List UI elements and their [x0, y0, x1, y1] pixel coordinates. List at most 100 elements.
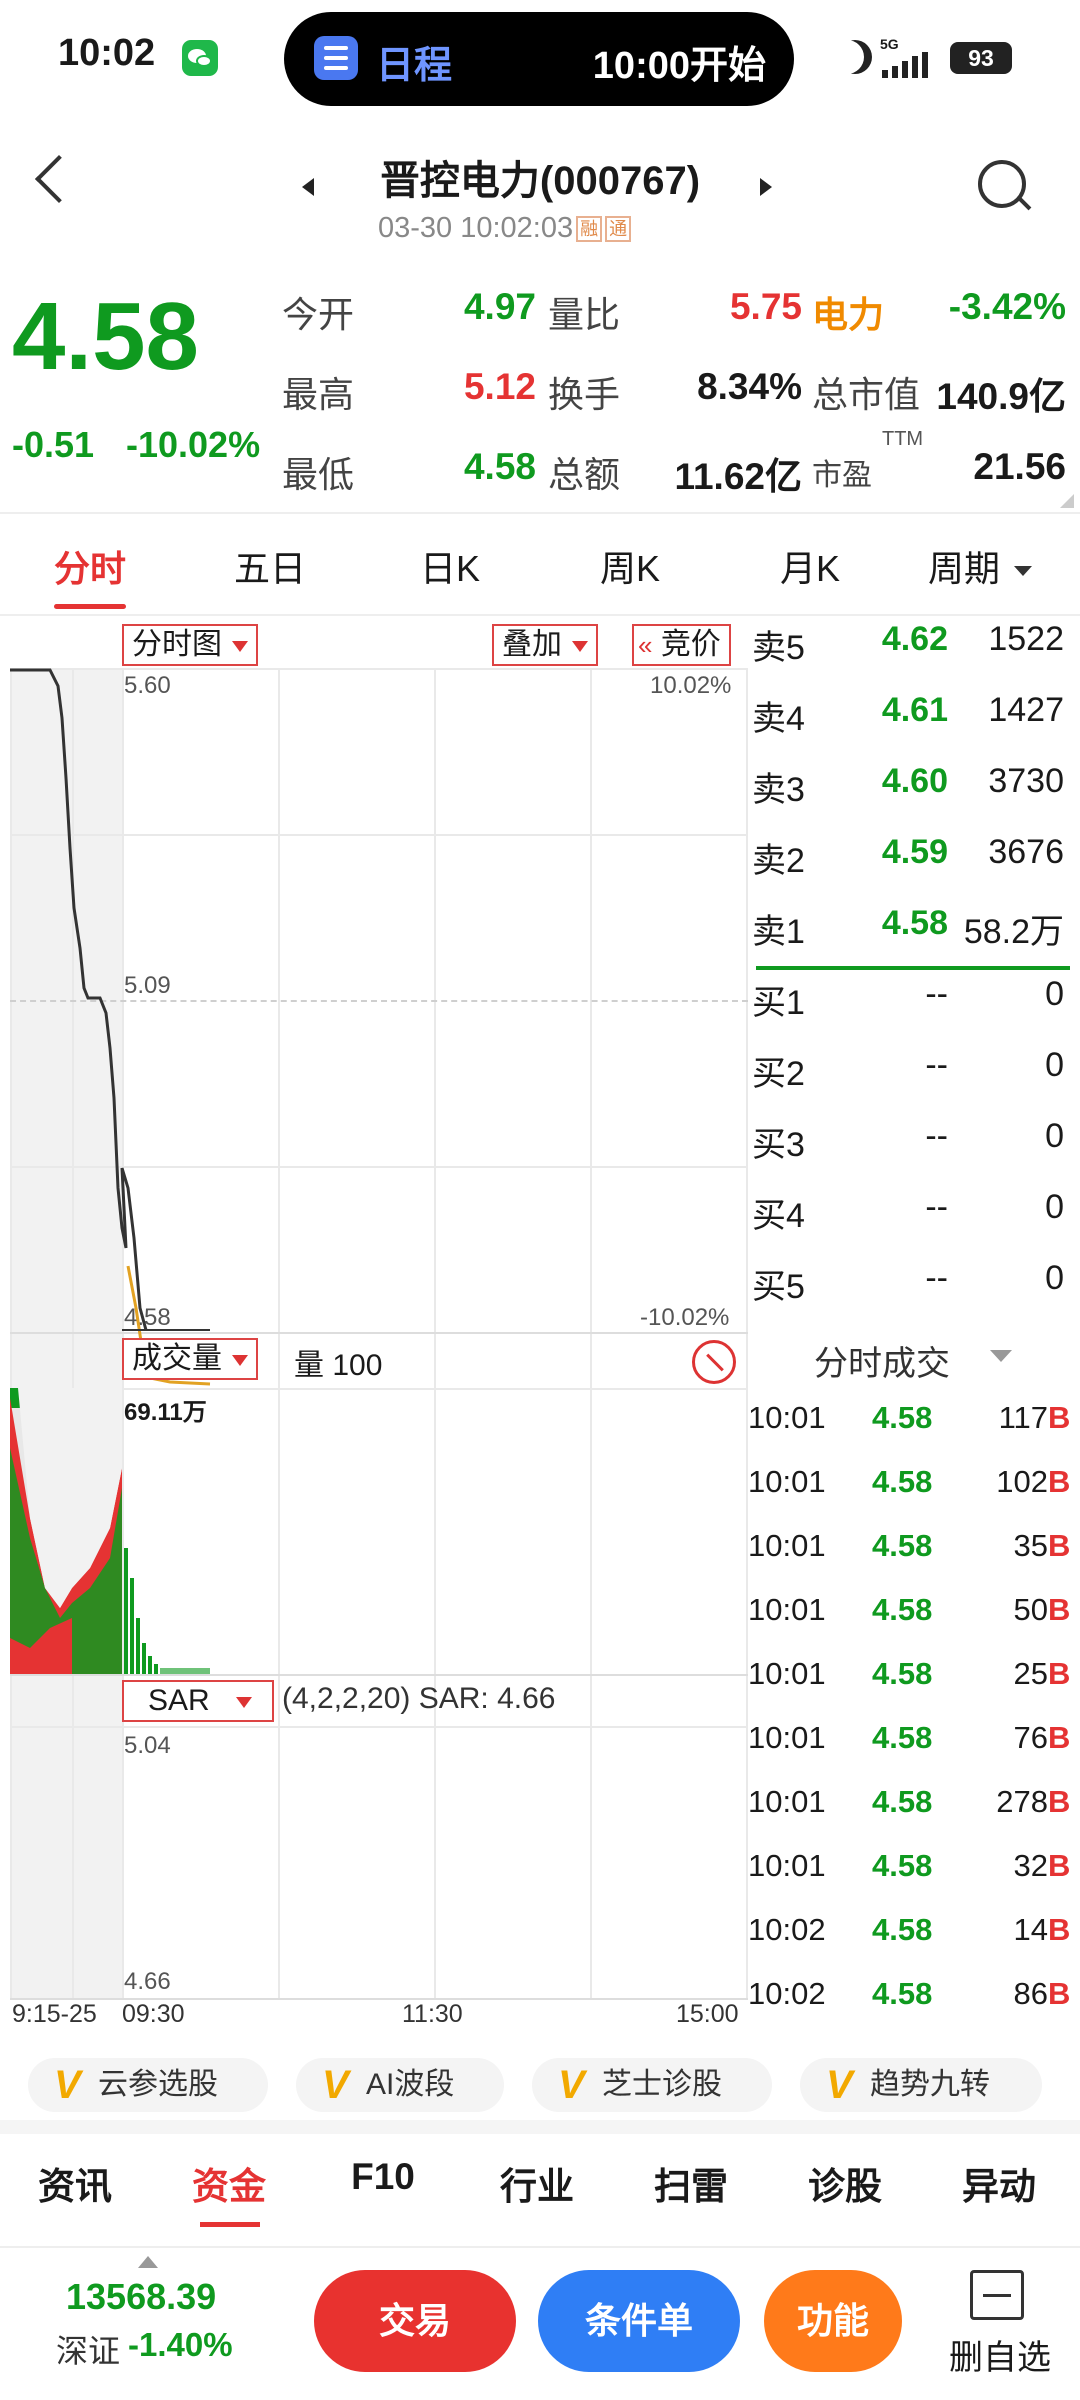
tab-risk-scan[interactable]: 扫雷: [616, 2156, 766, 2210]
orderbook-row[interactable]: 买1 -- 0: [752, 975, 1072, 1035]
orderbook-price: 4.60: [881, 762, 948, 800]
tool-trend-nine[interactable]: V 趋势九转: [800, 2058, 1042, 2112]
calendar-icon: [314, 36, 358, 80]
divider: [0, 512, 1080, 514]
last-price: 4.58: [12, 283, 199, 390]
dropdown-arrow-icon: [232, 1354, 248, 1366]
low-label: 最低: [282, 454, 355, 495]
sar-selector[interactable]: SAR: [122, 1680, 274, 1722]
next-stock-icon[interactable]: [760, 178, 772, 196]
back-icon[interactable]: [34, 154, 84, 204]
network-type: 5G: [880, 36, 899, 52]
schedule-notice[interactable]: 日程 10:00开始: [284, 12, 794, 106]
trade-price: 4.58: [872, 1464, 933, 1499]
tab-capital[interactable]: 资金: [154, 2156, 304, 2210]
divider: [0, 2246, 1080, 2248]
tab-intraday[interactable]: 分时: [5, 540, 175, 592]
orderbook-volume: 1427: [988, 691, 1064, 729]
tab-diagnose[interactable]: 诊股: [770, 2156, 920, 2210]
volume-bar: [124, 1548, 128, 1674]
trade-row: 10:01 4.58 25 B: [748, 1656, 1072, 1716]
orderbook-row[interactable]: 卖1 4.58 58.2万: [752, 904, 1072, 964]
orderbook-level: 卖1: [752, 913, 805, 951]
tool-ai-band[interactable]: V AI波段: [296, 2058, 504, 2112]
orderbook-price: --: [925, 1046, 948, 1084]
orderbook-row[interactable]: 买5 -- 0: [752, 1259, 1072, 1319]
tab-five-day[interactable]: 五日: [185, 540, 355, 592]
pe-ttm-sup: TTM: [882, 428, 924, 450]
trade-time: 10:01: [748, 1848, 826, 1883]
tool-cheese-diagnose[interactable]: V 芝士诊股: [532, 2058, 772, 2112]
trade-volume: 102: [996, 1464, 1048, 1499]
mktcap-value: 140.9亿: [936, 376, 1066, 417]
orderbook-row[interactable]: 卖4 4.61 1427: [752, 691, 1072, 751]
tab-daily-k[interactable]: 日K: [365, 540, 535, 592]
volume-bar: [136, 1618, 140, 1674]
time-label-close: 15:00: [676, 2000, 739, 2028]
price-line: [10, 668, 148, 1331]
volume-selector-label: 成交量: [132, 1342, 222, 1375]
sar-top: 5.04: [124, 1732, 171, 1759]
orderbook-row[interactable]: 卖2 4.59 3676: [752, 833, 1072, 893]
volume-selector[interactable]: 成交量: [122, 1338, 258, 1380]
orderbook-volume: 3676: [988, 833, 1064, 871]
divider: [0, 614, 1080, 616]
trade-side: B: [1048, 1912, 1071, 1947]
bid-ask-divider: [756, 966, 1070, 970]
trade-button[interactable]: 交易: [314, 2270, 516, 2372]
orderbook-level: 卖3: [752, 771, 805, 809]
trade-price: 4.58: [872, 1656, 933, 1691]
expand-icon[interactable]: [692, 1340, 736, 1384]
trade-row: 10:01 4.58 102 B: [748, 1464, 1072, 1524]
datetime-text: 03-30 10:02:03: [378, 212, 574, 244]
tool-cloud-picks[interactable]: V 云参选股: [28, 2058, 268, 2112]
tab-period-label: 周期: [927, 548, 1000, 589]
orderbook-row[interactable]: 买3 -- 0: [752, 1117, 1072, 1177]
tab-period[interactable]: 周期: [905, 540, 1055, 592]
sar-selector-label: SAR: [148, 1684, 210, 1717]
time-label-midday: 11:30: [402, 2000, 463, 2028]
trade-volume: 117: [998, 1400, 1048, 1435]
time-label-auction: 9:15-25: [12, 2000, 97, 2028]
prev-stock-icon[interactable]: [302, 178, 314, 196]
tab-monthly-k[interactable]: 月K: [725, 540, 895, 592]
tab-news[interactable]: 资讯: [0, 2156, 150, 2210]
time-label-open: 09:30: [122, 2000, 185, 2028]
trade-time: 10:01: [748, 1656, 826, 1691]
trades-title[interactable]: 分时成交: [814, 1336, 950, 1385]
margin-tag: 融: [576, 216, 603, 243]
trade-volume: 278: [996, 1784, 1048, 1819]
orderbook-volume: 0: [1045, 1046, 1064, 1084]
signal-icon: [882, 52, 942, 78]
orderbook-row[interactable]: 买4 -- 0: [752, 1188, 1072, 1248]
orderbook-level: 买5: [752, 1268, 805, 1306]
chart-area[interactable]: 分时图 叠加 « 竞价 5.60 5.09 4.58 10.02% -10.02…: [10, 618, 748, 2000]
price-change-pct: -10.02%: [126, 424, 261, 465]
trade-volume: 76: [1013, 1720, 1048, 1755]
orderbook-row[interactable]: 卖5 4.62 1522: [752, 620, 1072, 680]
search-icon[interactable]: [978, 160, 1032, 212]
tab-industry[interactable]: 行业: [462, 2156, 612, 2210]
status-bar: 10:02 日程 10:00开始 5G 93: [0, 0, 1080, 120]
open-value: 4.97: [463, 286, 536, 327]
condition-order-button[interactable]: 条件单: [538, 2270, 740, 2372]
notice-title: 日程: [376, 45, 453, 87]
orderbook-row[interactable]: 买2 -- 0: [752, 1046, 1072, 1106]
index-value[interactable]: 13568.39: [66, 2276, 216, 2318]
tab-unusual[interactable]: 异动: [924, 2156, 1074, 2210]
orderbook-level: 买3: [752, 1126, 805, 1164]
tab-f10[interactable]: F10: [308, 2156, 458, 2198]
sector-label[interactable]: 电力: [812, 286, 884, 338]
tool-label: 云参选股: [98, 2068, 218, 2101]
dropdown-arrow-icon[interactable]: [990, 1350, 1012, 1362]
pe-label: 市盈: [812, 459, 872, 492]
dropdown-arrow-icon: [235, 1696, 252, 1708]
function-button[interactable]: 功能: [764, 2270, 902, 2372]
remove-watchlist-button[interactable]: 删自选: [940, 2268, 1060, 2378]
amount-value: 11.62亿: [674, 456, 802, 497]
trade-row: 10:02 4.58 14 B: [748, 1912, 1072, 1972]
trade-side: B: [1048, 1720, 1071, 1755]
orderbook-row[interactable]: 卖3 4.60 3730: [752, 762, 1072, 822]
orderbook-level: 买1: [752, 984, 805, 1022]
tab-weekly-k[interactable]: 周K: [545, 540, 715, 592]
